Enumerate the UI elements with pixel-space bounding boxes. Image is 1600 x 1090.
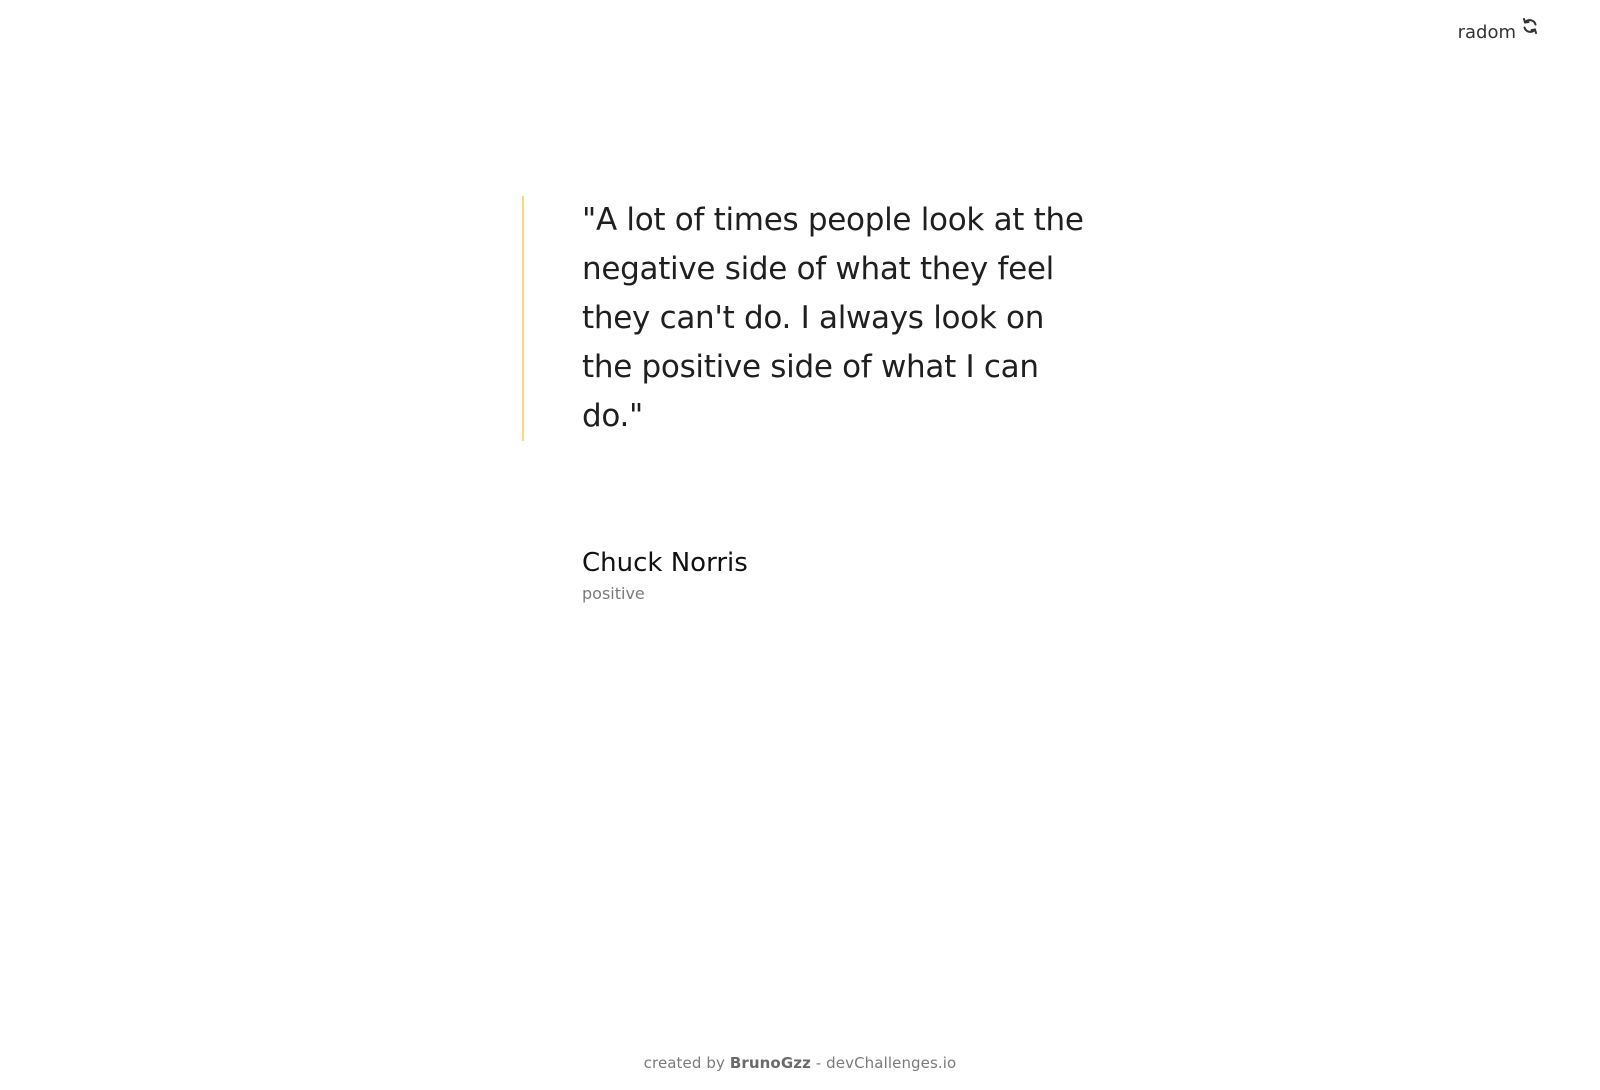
author-name: Chuck Norris	[582, 548, 748, 578]
quote-block: "A lot of times people look at the negat…	[522, 196, 1102, 441]
quote-genre: positive	[582, 584, 645, 603]
random-button-label: radom	[1457, 22, 1516, 43]
footer: created by BrunoGzz - devChallenges.io	[0, 1054, 1600, 1072]
quote-text: "A lot of times people look at the negat…	[582, 202, 1084, 434]
footer-prefix: created by	[643, 1054, 725, 1072]
author-card[interactable]: Chuck Norris positive	[582, 546, 982, 603]
footer-author-link[interactable]: BrunoGzz	[730, 1054, 811, 1072]
footer-site: - devChallenges.io	[815, 1054, 957, 1072]
refresh-icon	[1520, 16, 1540, 36]
random-quote-button[interactable]: radom	[1458, 16, 1540, 42]
